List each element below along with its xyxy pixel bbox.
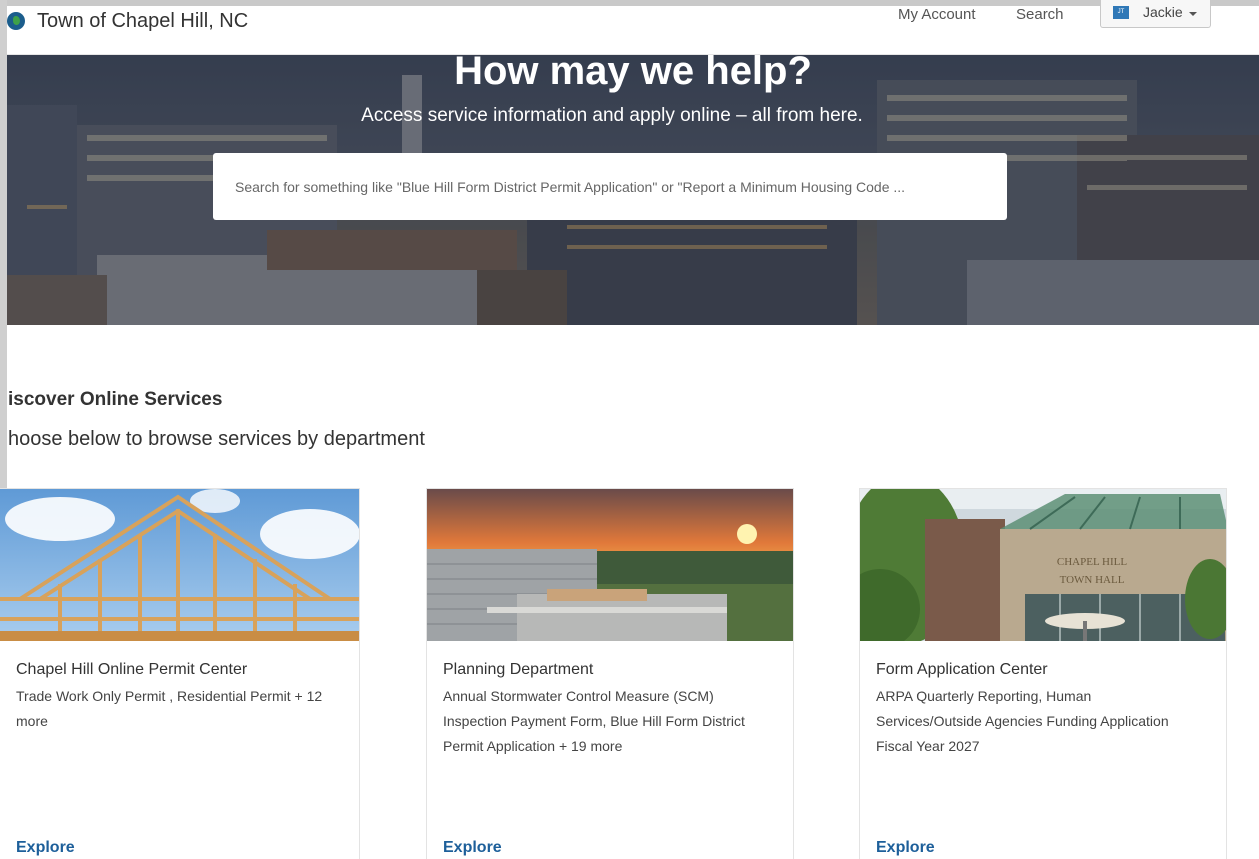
card-description-line: Services/Outside Agencies Funding Applic… bbox=[876, 713, 1169, 729]
card-description-line: ARPA Quarterly Reporting, Human bbox=[876, 688, 1092, 704]
hero-title: How may we help? bbox=[454, 55, 812, 93]
card-description-line: more bbox=[16, 713, 48, 729]
search-link[interactable]: Search bbox=[1016, 6, 1064, 23]
caret-down-icon bbox=[1189, 12, 1197, 16]
card-description-line: Annual Stormwater Control Measure (SCM) bbox=[443, 688, 714, 704]
card-description: ARPA Quarterly Reporting, Human Services… bbox=[876, 684, 1169, 759]
town-hall-sign-line: CHAPEL HILL bbox=[1057, 556, 1127, 568]
card-image-sunset-rooftop bbox=[427, 489, 793, 641]
department-card-planning[interactable]: Planning Department Annual Stormwater Co… bbox=[426, 488, 794, 859]
department-card-form-application[interactable]: CHAPEL HILL TOWN HALL Form Application C… bbox=[859, 488, 1227, 859]
card-image-town-hall: CHAPEL HILL TOWN HALL bbox=[860, 489, 1226, 641]
department-card-permit-center[interactable]: Chapel Hill Online Permit Center Trade W… bbox=[0, 488, 360, 859]
hero-banner: How may we help? Access service informat… bbox=[7, 55, 1259, 325]
card-description-line: Fiscal Year 2027 bbox=[876, 738, 980, 754]
card-description-line: Permit Application + 19 more bbox=[443, 738, 623, 754]
town-hall-sign-line: TOWN HALL bbox=[1060, 574, 1125, 586]
my-account-link[interactable]: My Account bbox=[898, 6, 976, 23]
town-logo-icon[interactable] bbox=[7, 12, 25, 30]
explore-link[interactable]: Explore bbox=[443, 839, 502, 857]
section-subtitle: hoose below to browse services by depart… bbox=[8, 428, 425, 450]
hero-subtitle: Access service information and apply onl… bbox=[361, 105, 863, 126]
card-description: Trade Work Only Permit , Residential Per… bbox=[16, 684, 322, 734]
card-title[interactable]: Form Application Center bbox=[876, 661, 1048, 679]
card-description: Annual Stormwater Control Measure (SCM) … bbox=[443, 684, 745, 759]
card-description-line: Trade Work Only Permit , Residential Per… bbox=[16, 688, 323, 704]
avatar: JT bbox=[1113, 6, 1129, 19]
site-title[interactable]: Town of Chapel Hill, NC bbox=[37, 10, 248, 33]
user-name: Jackie bbox=[1143, 4, 1183, 20]
user-menu-button[interactable]: JT Jackie bbox=[1100, 0, 1211, 28]
explore-link[interactable]: Explore bbox=[876, 839, 935, 857]
explore-link[interactable]: Explore bbox=[16, 839, 75, 857]
service-search-input[interactable] bbox=[213, 153, 1007, 220]
site-header: Town of Chapel Hill, NC My Account Searc… bbox=[7, 0, 1259, 55]
card-image-house-framing bbox=[0, 489, 359, 641]
section-title: iscover Online Services bbox=[8, 389, 223, 410]
card-title[interactable]: Planning Department bbox=[443, 661, 593, 679]
card-title[interactable]: Chapel Hill Online Permit Center bbox=[16, 661, 247, 679]
card-description-line: Inspection Payment Form, Blue Hill Form … bbox=[443, 713, 745, 729]
